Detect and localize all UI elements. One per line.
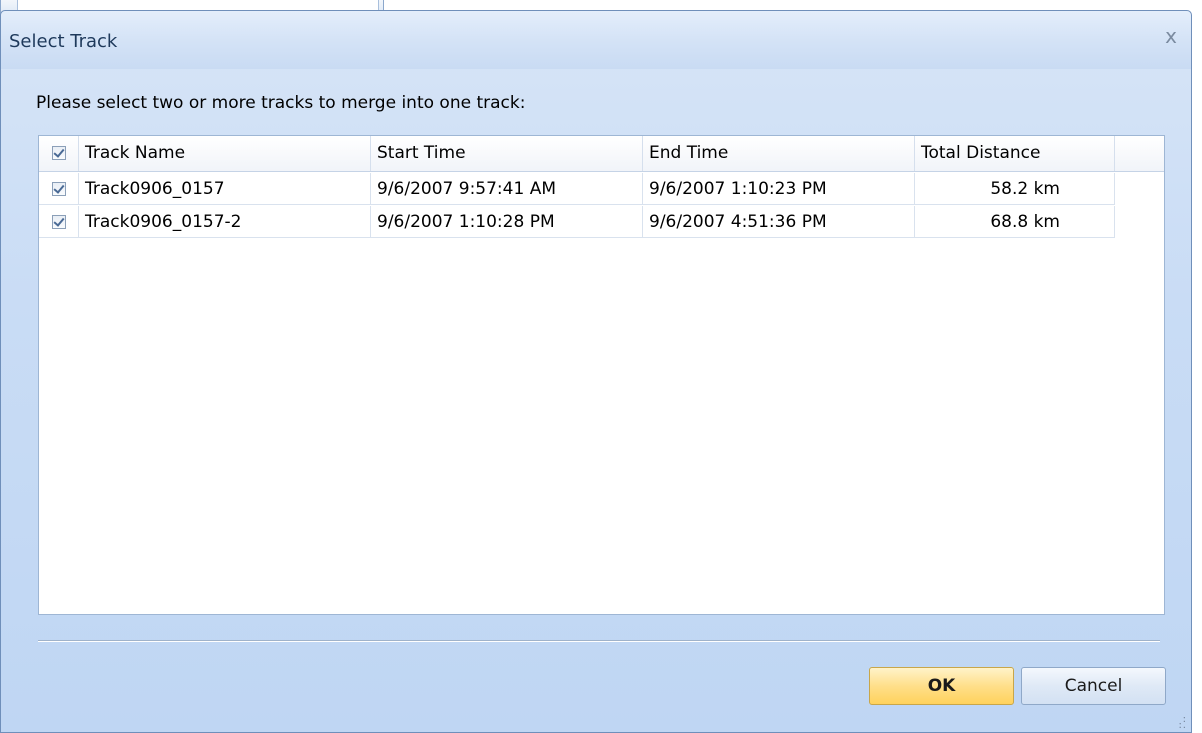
select-all-checkbox[interactable] xyxy=(52,146,66,160)
row-checkbox[interactable] xyxy=(52,182,66,196)
ok-button[interactable]: OK xyxy=(869,667,1014,705)
column-header-end-time[interactable]: End Time xyxy=(643,136,915,171)
header-checkbox-cell xyxy=(39,136,79,171)
instruction-text: Please select two or more tracks to merg… xyxy=(36,93,526,113)
cell-total-distance: 58.2 km xyxy=(915,173,1115,205)
table-row[interactable]: Track0906_0157-2 9/6/2007 1:10:28 PM 9/6… xyxy=(39,206,1115,238)
select-track-dialog: Select Track x Please select two or more… xyxy=(0,10,1192,733)
cell-end-time: 9/6/2007 4:51:36 PM xyxy=(643,206,915,238)
cell-track-name: Track0906_0157-2 xyxy=(79,206,371,238)
track-list: Track Name Start Time End Time Total Dis… xyxy=(38,135,1165,615)
separator-line xyxy=(38,640,1160,642)
cell-start-time: 9/6/2007 1:10:28 PM xyxy=(371,206,643,238)
cell-track-name: Track0906_0157 xyxy=(79,173,371,205)
column-header-total-distance[interactable]: Total Distance xyxy=(915,136,1115,171)
column-header-start-time[interactable]: Start Time xyxy=(371,136,643,171)
row-checkbox[interactable] xyxy=(52,215,66,229)
list-header: Track Name Start Time End Time Total Dis… xyxy=(39,136,1164,172)
cell-end-time: 9/6/2007 1:10:23 PM xyxy=(643,173,915,205)
table-row[interactable]: Track0906_0157 9/6/2007 9:57:41 AM 9/6/2… xyxy=(39,173,1115,205)
cell-total-distance: 68.8 km xyxy=(915,206,1115,238)
cell-start-time: 9/6/2007 9:57:41 AM xyxy=(371,173,643,205)
dialog-title: Select Track xyxy=(9,31,118,52)
title-bar: Select Track x xyxy=(1,11,1191,69)
cancel-button[interactable]: Cancel xyxy=(1021,667,1166,705)
resize-grip-icon[interactable]: ::. xyxy=(1175,715,1187,731)
column-header-track-name[interactable]: Track Name xyxy=(79,136,371,171)
close-icon[interactable]: x xyxy=(1160,25,1182,47)
